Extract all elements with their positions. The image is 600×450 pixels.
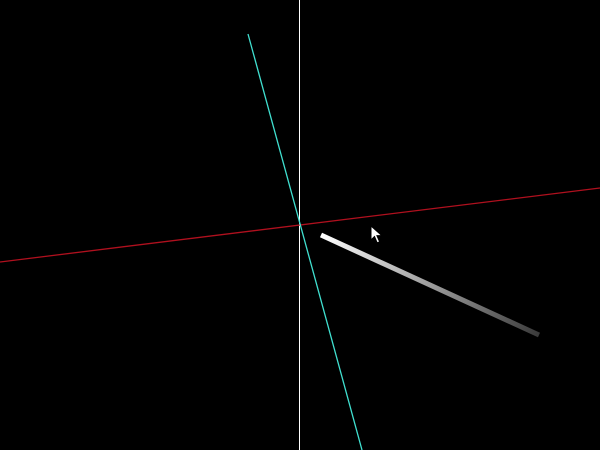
- render-viewport[interactable]: [0, 0, 600, 450]
- gradient-segment[interactable]: [319, 232, 541, 338]
- scene-canvas[interactable]: [0, 0, 600, 450]
- cyan-axis-line: [247, 33, 363, 450]
